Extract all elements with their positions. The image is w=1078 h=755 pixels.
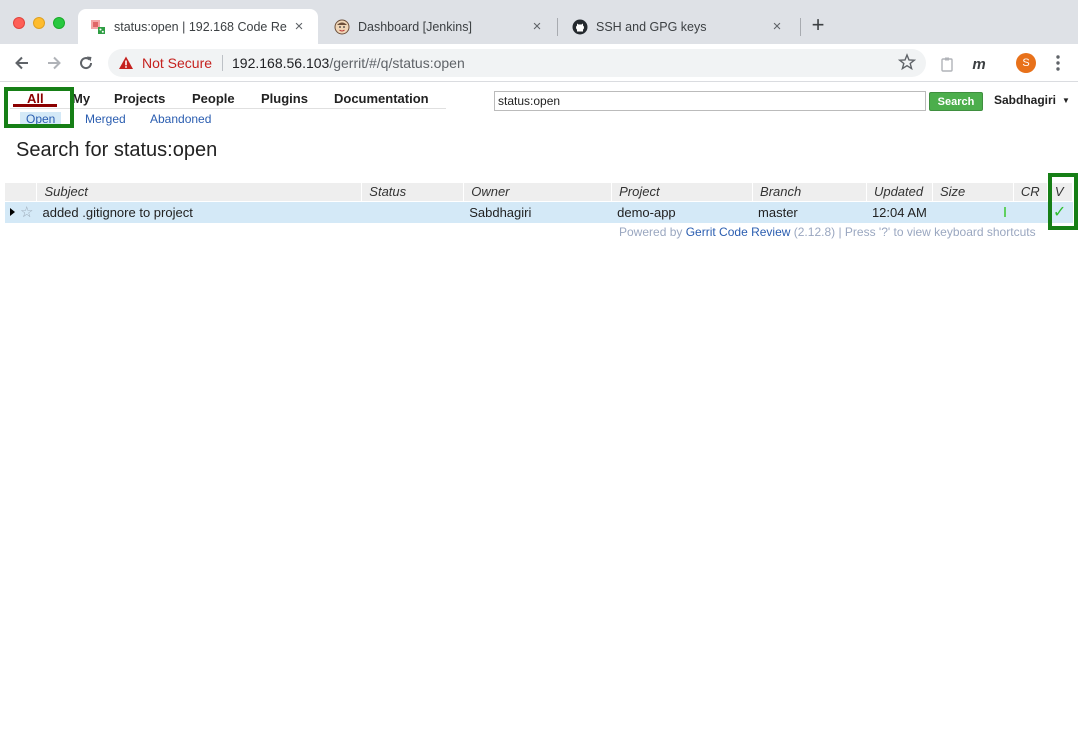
tab-close-icon[interactable]: × bbox=[768, 18, 786, 35]
menu-people[interactable]: People bbox=[192, 91, 235, 106]
tab-title: status:open | 192.168 Code Re bbox=[114, 19, 287, 34]
footer-prefix: Powered by bbox=[619, 225, 683, 239]
url-text[interactable]: 192.168.56.103/gerrit/#/q/status:open bbox=[232, 55, 465, 71]
column-header-subject: Subject bbox=[36, 183, 363, 202]
gerrit-page: All My Projects People Plugins Documenta… bbox=[0, 82, 1078, 755]
submenu-merged[interactable]: Merged bbox=[85, 112, 126, 126]
change-subject[interactable]: added .gitignore to project bbox=[36, 201, 363, 223]
change-owner[interactable]: Sabdhagiri bbox=[463, 201, 613, 223]
tab-close-icon[interactable]: × bbox=[290, 18, 308, 35]
new-tab-button[interactable]: + bbox=[808, 14, 828, 36]
security-label[interactable]: Not Secure bbox=[142, 55, 212, 71]
tab-separator bbox=[557, 18, 558, 36]
maximize-window-button[interactable] bbox=[53, 17, 65, 29]
user-menu[interactable]: Sabdhagiri ▼ bbox=[994, 93, 1070, 107]
column-header-cr: CR bbox=[1013, 183, 1048, 202]
forward-arrow-icon[interactable] bbox=[44, 53, 64, 73]
browser-toolbar: Not Secure 192.168.56.103/gerrit/#/q/sta… bbox=[0, 44, 1078, 82]
column-header-size: Size bbox=[932, 183, 1014, 202]
gerrit-favicon-icon bbox=[90, 19, 106, 35]
table-header-row: Subject Status Owner Project Branch Upda… bbox=[5, 183, 1074, 202]
address-divider bbox=[222, 55, 223, 71]
clipboard-extension-icon[interactable] bbox=[938, 55, 956, 73]
top-menu: All My Projects People Plugins Documenta… bbox=[10, 89, 446, 109]
highlight-box-verified bbox=[1048, 173, 1078, 230]
chevron-down-icon: ▼ bbox=[1062, 96, 1070, 106]
star-icon[interactable]: ☆ bbox=[20, 203, 33, 221]
column-header-updated: Updated bbox=[866, 183, 933, 202]
browser-tab-github[interactable]: SSH and GPG keys × bbox=[560, 9, 796, 44]
row-controls: ☆ bbox=[5, 201, 38, 223]
menu-documentation[interactable]: Documentation bbox=[334, 91, 429, 106]
column-header-status: Status bbox=[361, 183, 465, 202]
warning-icon[interactable] bbox=[118, 55, 134, 71]
gerrit-code-review-link[interactable]: Gerrit Code Review bbox=[686, 225, 791, 239]
change-status bbox=[361, 201, 465, 223]
tab-title: SSH and GPG keys bbox=[596, 19, 707, 34]
close-window-button[interactable] bbox=[13, 17, 25, 29]
column-header-owner: Owner bbox=[463, 183, 613, 202]
row-pointer-icon bbox=[10, 208, 15, 217]
footer: Powered by Gerrit Code Review (2.12.8) |… bbox=[619, 225, 1036, 239]
minimize-window-button[interactable] bbox=[33, 17, 45, 29]
reload-icon[interactable] bbox=[76, 53, 96, 73]
jenkins-favicon-icon bbox=[334, 19, 350, 35]
column-header-project: Project bbox=[611, 183, 754, 202]
url-path: /gerrit/#/q/status:open bbox=[329, 55, 465, 71]
change-branch[interactable]: master bbox=[752, 201, 867, 223]
back-arrow-icon[interactable] bbox=[12, 53, 32, 73]
bookmark-star-icon[interactable] bbox=[897, 53, 917, 71]
menu-projects[interactable]: Projects bbox=[114, 91, 165, 106]
column-header-branch: Branch bbox=[752, 183, 867, 202]
change-code-review bbox=[1013, 201, 1048, 223]
size-bar bbox=[1003, 206, 1006, 217]
search-input[interactable] bbox=[494, 91, 926, 111]
browser-tab-strip: status:open | 192.168 Code Re × Dashboar… bbox=[0, 0, 1078, 44]
tab-close-icon[interactable]: × bbox=[528, 18, 546, 35]
search-button[interactable]: Search bbox=[929, 92, 983, 111]
profile-avatar[interactable]: S bbox=[1016, 53, 1036, 73]
column-header-blank bbox=[5, 183, 38, 202]
highlight-box-all bbox=[4, 87, 74, 128]
github-favicon-icon bbox=[572, 19, 588, 35]
change-updated: 12:04 AM bbox=[866, 201, 933, 223]
url-host: 192.168.56.103 bbox=[232, 55, 330, 71]
menu-my[interactable]: My bbox=[72, 91, 90, 106]
menu-plugins[interactable]: Plugins bbox=[261, 91, 308, 106]
changes-table: Subject Status Owner Project Branch Upda… bbox=[5, 183, 1074, 223]
submenu-abandoned[interactable]: Abandoned bbox=[150, 112, 211, 126]
more-menu-icon[interactable] bbox=[1052, 54, 1064, 72]
tab-title: Dashboard [Jenkins] bbox=[358, 19, 472, 34]
browser-tab-jenkins[interactable]: Dashboard [Jenkins] × bbox=[322, 9, 556, 44]
tab-separator bbox=[800, 18, 801, 36]
address-bar[interactable]: Not Secure 192.168.56.103/gerrit/#/q/sta… bbox=[108, 49, 926, 77]
browser-tab-gerrit[interactable]: status:open | 192.168 Code Re × bbox=[78, 9, 318, 44]
change-project[interactable]: demo-app bbox=[611, 201, 754, 223]
footer-suffix: (2.12.8) | Press '?' to view keyboard sh… bbox=[793, 225, 1036, 239]
page-title: Search for status:open bbox=[16, 139, 218, 161]
m-extension-icon[interactable]: m bbox=[970, 55, 988, 73]
table-row[interactable]: ☆ added .gitignore to project Sabdhagiri… bbox=[5, 201, 1074, 223]
change-size bbox=[932, 201, 1014, 223]
user-name: Sabdhagiri bbox=[994, 93, 1057, 107]
